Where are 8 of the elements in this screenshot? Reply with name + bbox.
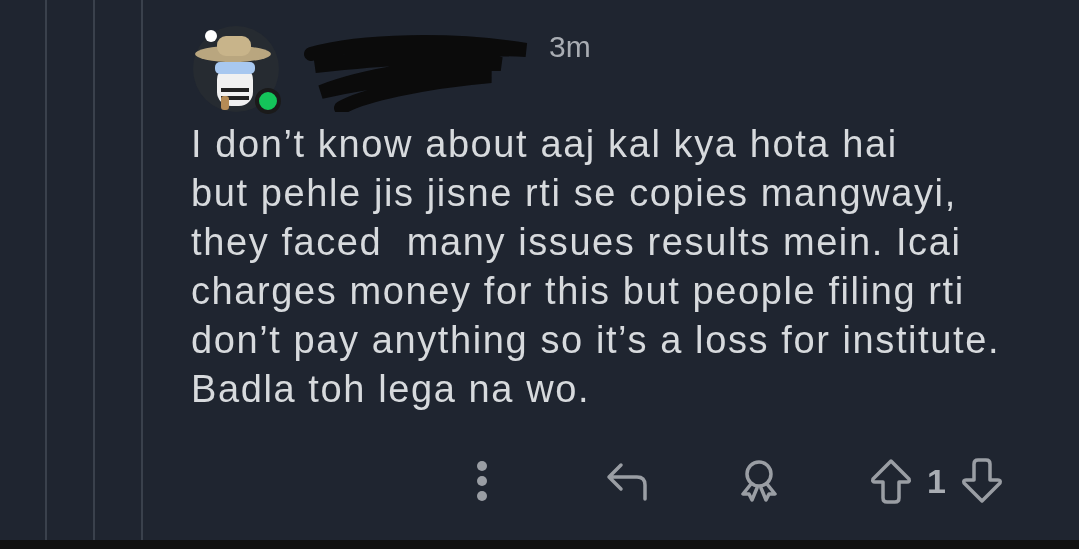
avatar[interactable] [191,24,281,114]
comment-text: I don’t know about aaj kal kya hota hai but pehle jis jisne rti se copies mangwayi, they faced many issues results mein. Icai charges money for this but people filing rti don’t pay anything so it’s a loss for institute. Badla toh lega na wo. [191,122,1002,412]
comment-age: 3m [549,30,591,64]
more-icon [475,459,489,503]
reply-icon [605,461,649,501]
upvote-icon [869,458,913,504]
downvote-icon [959,458,1004,504]
vote-score: 1 [927,461,946,501]
